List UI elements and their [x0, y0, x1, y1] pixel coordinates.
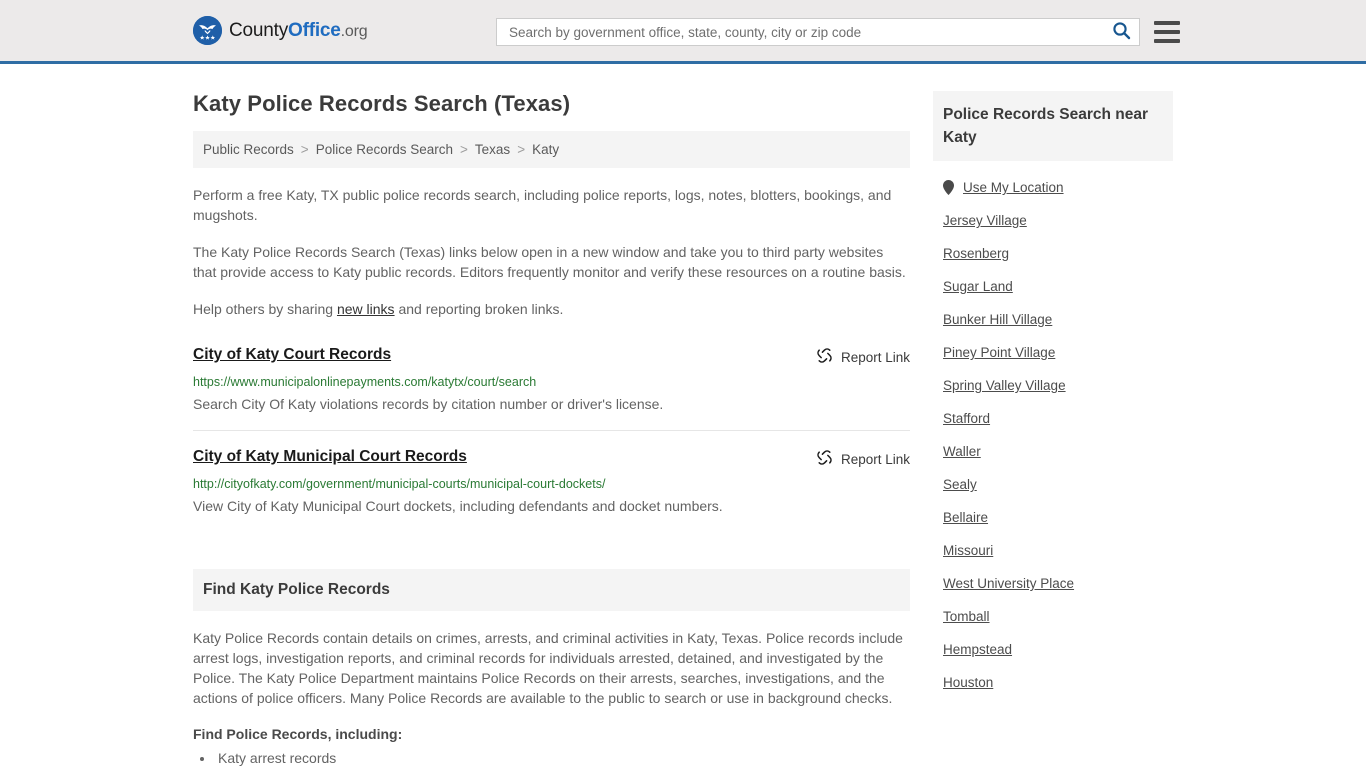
search-input[interactable] — [507, 20, 1109, 44]
sidebar-link[interactable]: Spring Valley Village — [943, 378, 1066, 393]
sidebar-item-waller[interactable]: Waller — [933, 435, 1173, 468]
sidebar-item-missouri[interactable]: Missouri — [933, 534, 1173, 567]
sidebar-item-piney-point-village[interactable]: Piney Point Village — [933, 336, 1173, 369]
breadcrumb-item-katy: Katy — [532, 142, 560, 157]
header-search-area — [496, 18, 1180, 46]
hamburger-bar-3 — [1154, 39, 1180, 43]
sidebar-item-stafford[interactable]: Stafford — [933, 402, 1173, 435]
sidebar-item-bunker-hill-village[interactable]: Bunker Hill Village — [933, 303, 1173, 336]
sidebar-link[interactable]: Missouri — [943, 543, 993, 558]
sidebar-item-rosenberg[interactable]: Rosenberg — [933, 237, 1173, 270]
search-icon — [1112, 21, 1131, 43]
sidebar-heading: Police Records Search near Katy — [933, 91, 1173, 161]
page-title: Katy Police Records Search (Texas) — [193, 91, 571, 116]
broken-link-icon — [816, 347, 833, 367]
breadcrumb-item-police-records-search[interactable]: Police Records Search — [316, 142, 453, 157]
sidebar-link[interactable]: Jersey Village — [943, 213, 1027, 228]
sidebar-link[interactable]: Sealy — [943, 477, 977, 492]
section-body: Katy Police Records contain details on c… — [193, 628, 910, 768]
content-container: Katy Police Records Search (Texas) Publi… — [193, 64, 1173, 768]
sidebar-item-houston[interactable]: Houston — [933, 666, 1173, 699]
logo-text-office: Office — [288, 19, 341, 41]
site-header: CountyOffice.org — [0, 0, 1366, 64]
records-link-list: City of Katy Court Records Report Link h… — [193, 345, 910, 532]
share-text-before: Help others by sharing — [193, 301, 337, 317]
record-link-row: City of Katy Court Records Report Link — [193, 345, 910, 367]
intro-paragraph-1: Perform a free Katy, TX public police re… — [193, 187, 892, 223]
site-logo-text: CountyOffice.org — [229, 19, 368, 42]
sidebar-item-tomball[interactable]: Tomball — [933, 600, 1173, 633]
search-button[interactable] — [1109, 20, 1133, 44]
record-link-row: City of Katy Municipal Court Records Rep… — [193, 447, 910, 469]
report-link-label: Report Link — [840, 349, 910, 365]
record-types-list: Katy arrest records Police investigation… — [193, 748, 910, 768]
record-link-item: City of Katy Court Records Report Link h… — [193, 345, 910, 431]
breadcrumb-separator-3: > — [517, 142, 526, 157]
record-link-title[interactable]: City of Katy Court Records — [193, 345, 391, 365]
breadcrumb-item-texas[interactable]: Texas — [475, 142, 510, 157]
sidebar-item-sealy[interactable]: Sealy — [933, 468, 1173, 501]
record-link-title[interactable]: City of Katy Municipal Court Records — [193, 447, 467, 467]
hamburger-bar-1 — [1154, 21, 1180, 25]
menu-button[interactable] — [1154, 21, 1180, 43]
list-item: Katy arrest records — [215, 748, 910, 768]
logo-text-org: .org — [340, 22, 368, 40]
record-link-item: City of Katy Municipal Court Records Rep… — [193, 447, 910, 532]
sidebar-link[interactable]: Houston — [943, 675, 993, 690]
sidebar-link[interactable]: Piney Point Village — [943, 345, 1055, 360]
sidebar-item-use-my-location[interactable]: Use My Location — [933, 171, 1173, 204]
sidebar-link[interactable]: Tomball — [943, 609, 990, 624]
section-subheading: Find Police Records, including: — [193, 726, 403, 742]
breadcrumb-item-public-records[interactable]: Public Records — [203, 142, 294, 157]
breadcrumb: Public Records > Police Records Search >… — [193, 131, 910, 168]
sidebar-link[interactable]: Bellaire — [943, 510, 988, 525]
sidebar-link[interactable]: Hempstead — [943, 642, 1012, 657]
sidebar-item-west-university-place[interactable]: West University Place — [933, 567, 1173, 600]
sidebar-item-spring-valley-village[interactable]: Spring Valley Village — [933, 369, 1173, 402]
sidebar-item-jersey-village[interactable]: Jersey Village — [933, 204, 1173, 237]
record-link-url: https://www.municipalonlinepayments.com/… — [193, 375, 537, 389]
sidebar-item-sugar-land[interactable]: Sugar Land — [933, 270, 1173, 303]
record-link-url: http://cityofkaty.com/government/municip… — [193, 477, 606, 491]
report-link-button[interactable]: Report Link — [816, 347, 910, 367]
page-wrapper: Katy Police Records Search (Texas) Publi… — [0, 64, 1366, 768]
breadcrumb-separator-1: > — [300, 142, 309, 157]
logo-text-county: County — [229, 19, 289, 41]
sidebar-nearby-list: Use My Location Jersey Village Rosenberg… — [933, 161, 1173, 699]
sidebar-link[interactable]: West University Place — [943, 576, 1074, 591]
breadcrumb-separator-2: > — [460, 142, 468, 157]
sidebar-link[interactable]: Rosenberg — [943, 246, 1009, 261]
new-links-link[interactable]: new links — [337, 301, 395, 317]
broken-link-icon — [816, 449, 833, 469]
site-logo[interactable]: CountyOffice.org — [193, 16, 368, 45]
report-link-button[interactable]: Report Link — [816, 449, 910, 469]
eagle-logo-icon — [193, 16, 222, 45]
main-column: Katy Police Records Search (Texas) Publi… — [193, 64, 910, 768]
sidebar-item-hempstead[interactable]: Hempstead — [933, 633, 1173, 666]
record-link-description: View City of Katy Municipal Court docket… — [193, 498, 723, 514]
search-box[interactable] — [496, 18, 1140, 46]
sidebar-link[interactable]: Waller — [943, 444, 981, 459]
sidebar-link[interactable]: Bunker Hill Village — [943, 312, 1052, 327]
sidebar-link[interactable]: Stafford — [943, 411, 990, 426]
report-link-label: Report Link — [840, 451, 910, 467]
hamburger-bar-2 — [1154, 30, 1180, 34]
sidebar: Police Records Search near Katy Use My L… — [933, 64, 1173, 699]
sidebar-item-bellaire[interactable]: Bellaire — [933, 501, 1173, 534]
use-my-location-link[interactable]: Use My Location — [963, 180, 1064, 195]
sidebar-link[interactable]: Sugar Land — [943, 279, 1013, 294]
share-links-paragraph: Help others by sharing new links and rep… — [193, 299, 910, 319]
map-pin-icon — [943, 180, 954, 195]
share-text-after: and reporting broken links. — [394, 301, 564, 317]
intro-paragraph-2: The Katy Police Records Search (Texas) l… — [193, 244, 906, 280]
section-heading-find-records: Find Katy Police Records — [193, 569, 910, 611]
section-paragraph: Katy Police Records contain details on c… — [193, 630, 903, 706]
record-link-description: Search City Of Katy violations records b… — [193, 396, 664, 412]
